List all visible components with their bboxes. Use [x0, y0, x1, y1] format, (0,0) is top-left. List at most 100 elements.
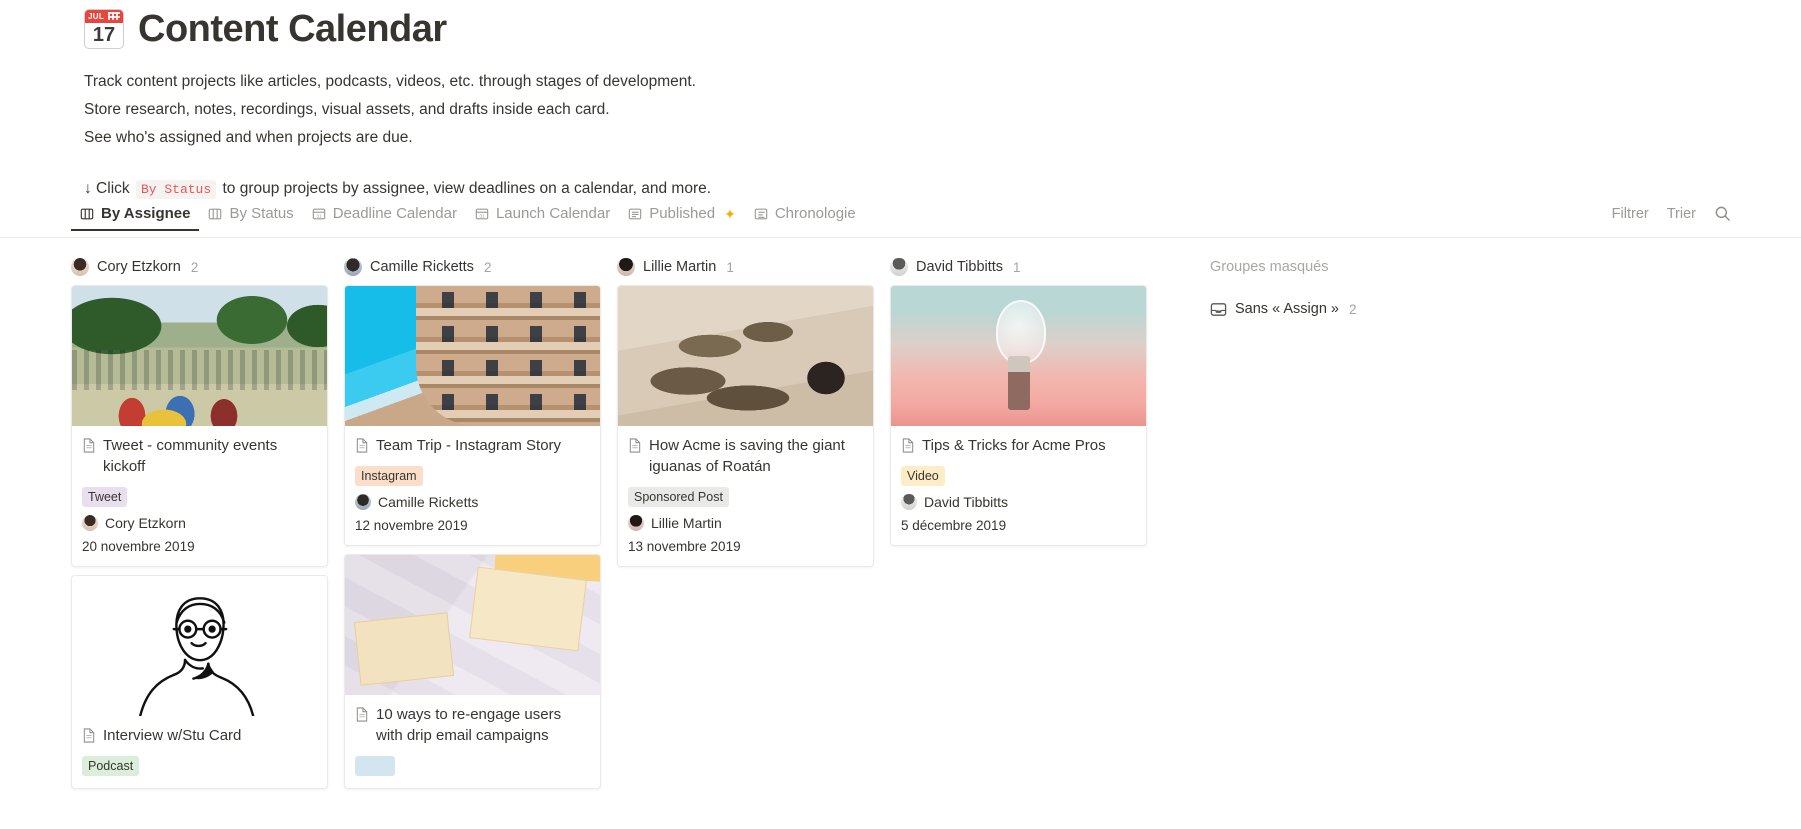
card-tag: Video [901, 466, 945, 486]
tab-launch-calendar[interactable]: 31 Launch Calendar [466, 205, 619, 231]
paper-envelopes-photo [345, 555, 600, 695]
casa-mila-building-photo [345, 286, 600, 426]
document-icon [901, 438, 915, 453]
tab-by-assignee[interactable]: By Assignee [71, 205, 200, 231]
hint-line: ↓ Click By Status to group projects by a… [84, 177, 1801, 202]
card-body: Team Trip - Instagram Story Instagram Ca… [345, 426, 600, 545]
avatar [901, 494, 917, 510]
hidden-group-item-label: Sans « Assign » [1235, 301, 1339, 317]
board-card[interactable]: Interview w/Stu Card Podcast [71, 575, 328, 789]
svg-text:31: 31 [316, 214, 322, 220]
hidden-group-item[interactable]: Sans « Assign » 2 [1210, 295, 1427, 323]
board-card[interactable]: Team Trip - Instagram Story Instagram Ca… [344, 285, 601, 546]
description-line-2: Store research, notes, recordings, visua… [84, 101, 610, 118]
board-card[interactable]: Tips & Tricks for Acme Pros Video David … [890, 285, 1147, 546]
hint-code-chip: By Status [135, 180, 217, 199]
card-date: 20 novembre 2019 [82, 539, 195, 554]
column-cards: Team Trip - Instagram Story Instagram Ca… [344, 285, 601, 789]
column-cards: How Acme is saving the giant iguanas of … [617, 285, 874, 567]
description-line-3: See who's assigned and when projects are… [84, 129, 413, 146]
column-count: 2 [190, 259, 199, 275]
card-body: How Acme is saving the giant iguanas of … [618, 426, 873, 566]
card-title: Interview w/Stu Card [103, 727, 242, 744]
calendar-emoji-dots [108, 12, 120, 20]
view-tabs: By Assignee By Status 31 Deadline Calend… [71, 205, 865, 231]
tab-label: Launch Calendar [495, 205, 611, 222]
card-assignee-name: Lillie Martin [651, 515, 722, 531]
hidden-group-item-count: 2 [1349, 301, 1357, 317]
card-title: 10 ways to re-engage users with drip ema… [376, 706, 562, 744]
board-view-icon [80, 207, 94, 221]
calendar-view-icon: 31 [475, 207, 489, 221]
board-column-lillie-martin: Lillie Martin 1 How Acme is saving the g… [617, 253, 890, 829]
column-header[interactable]: Camille Ricketts 2 [344, 253, 601, 281]
column-title: Cory Etzkorn [97, 259, 181, 275]
card-title: Tweet - community events kickoff [103, 437, 278, 475]
avatar [628, 515, 644, 531]
column-cards: Tips & Tricks for Acme Pros Video David … [890, 285, 1147, 546]
column-header[interactable]: Lillie Martin 1 [617, 253, 874, 281]
card-body: 10 ways to re-engage users with drip ema… [345, 695, 600, 788]
column-count: 1 [726, 259, 734, 275]
title-row: JUL 17 Content Calendar [84, 6, 1801, 52]
search-icon[interactable] [1714, 205, 1731, 222]
hidden-groups-column: Groupes masqués Sans « Assign » 2 [1163, 253, 1443, 829]
column-title: David Tibbitts [916, 259, 1004, 275]
board-card[interactable]: 10 ways to re-engage users with drip ema… [344, 554, 601, 789]
card-title-row: Tips & Tricks for Acme Pros [901, 435, 1136, 456]
card-title: How Acme is saving the giant iguanas of … [649, 437, 845, 475]
avatar [890, 258, 908, 276]
filter-button[interactable]: Filtrer [1612, 206, 1649, 222]
board-view-icon [208, 207, 222, 221]
avatar [71, 258, 89, 276]
board-card[interactable]: How Acme is saving the giant iguanas of … [617, 285, 874, 567]
gallery-view-icon [628, 207, 642, 221]
card-title-row: Team Trip - Instagram Story [355, 435, 590, 456]
document-icon [628, 438, 642, 453]
column-title: Lillie Martin [643, 259, 717, 275]
column-header[interactable]: Cory Etzkorn 2 [71, 253, 328, 281]
man-line-drawing-illustration [72, 576, 327, 716]
board-column-david-tibbitts: David Tibbitts 1 Tips & Tricks for Acme … [890, 253, 1163, 829]
card-title-row: 10 ways to re-engage users with drip ema… [355, 704, 590, 746]
description-line-1: Track content projects like articles, po… [84, 73, 696, 90]
card-tag [355, 756, 395, 776]
tab-chronologie[interactable]: Chronologie [745, 205, 865, 231]
card-tag: Tweet [82, 487, 128, 507]
tab-published[interactable]: Published ✦ [619, 205, 745, 231]
view-tab-bar: By Assignee By Status 31 Deadline Calend… [0, 205, 1801, 238]
document-icon [355, 707, 369, 722]
card-title-row: Interview w/Stu Card [82, 725, 317, 746]
envelope-strip [494, 555, 600, 582]
festival-crowd-photo [72, 286, 327, 426]
document-icon [355, 438, 369, 453]
card-body: Interview w/Stu Card Podcast [72, 716, 327, 788]
timeline-view-icon [754, 207, 768, 221]
avatar [355, 494, 371, 510]
hidden-groups-title: Groupes masqués [1210, 253, 1427, 281]
svg-text:31: 31 [479, 214, 485, 220]
card-title-row: How Acme is saving the giant iguanas of … [628, 435, 863, 477]
avatar [344, 258, 362, 276]
hidden-groups-label: Groupes masqués [1210, 259, 1329, 275]
tab-deadline-calendar[interactable]: 31 Deadline Calendar [303, 205, 466, 231]
tab-label: Chronologie [774, 205, 856, 222]
card-assignee-name: Camille Ricketts [378, 494, 479, 510]
column-count: 1 [1013, 259, 1021, 275]
page-description: Track content projects like articles, po… [84, 68, 1801, 151]
card-assignee-name: David Tibbitts [924, 494, 1009, 510]
sort-button[interactable]: Trier [1667, 206, 1696, 222]
tab-by-status[interactable]: By Status [199, 205, 302, 231]
document-icon [82, 728, 96, 743]
page-title: Content Calendar [138, 8, 447, 50]
tab-label: By Status [229, 205, 294, 222]
column-header[interactable]: David Tibbitts 1 [890, 253, 1147, 281]
calendar-emoji-day: 17 [92, 24, 116, 46]
card-assignee: David Tibbitts [901, 494, 1136, 510]
content-calendar-page: JUL 17 Content Calendar Track content pr… [0, 0, 1801, 829]
card-assignee-name: Cory Etzkorn [105, 515, 186, 531]
calendar-view-icon: 31 [312, 207, 326, 221]
card-tag: Sponsored Post [628, 487, 729, 507]
column-cards: Tweet - community events kickoff Tweet C… [71, 285, 328, 789]
board-card[interactable]: Tweet - community events kickoff Tweet C… [71, 285, 328, 567]
